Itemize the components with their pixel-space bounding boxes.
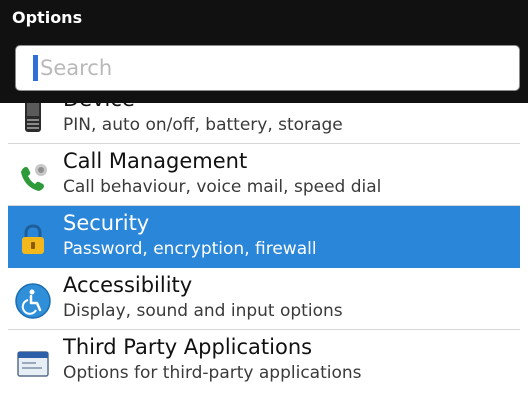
list-item-subtitle: Options for third-party applications xyxy=(63,363,362,383)
list-item-title: Call Management xyxy=(63,149,248,173)
list-item-title: Accessibility xyxy=(63,273,193,297)
header-bar: Options xyxy=(0,0,528,103)
page-title: Options xyxy=(12,8,83,27)
list-item-title: Security xyxy=(63,211,150,235)
options-list: Device PIN, auto on/off, battery, storag… xyxy=(0,82,528,403)
options-screen: Device PIN, auto on/off, battery, storag… xyxy=(0,0,528,403)
search-box[interactable] xyxy=(15,45,520,91)
list-item-subtitle: Call behaviour, voice mail, speed dial xyxy=(63,177,382,197)
list-item-third-party[interactable]: Third Party Applications Options for thi… xyxy=(8,330,520,392)
list-item-subtitle: Display, sound and input options xyxy=(63,301,343,321)
accessibility-icon xyxy=(14,282,52,320)
list-item-accessibility[interactable]: Accessibility Display, sound and input o… xyxy=(8,268,520,330)
text-cursor xyxy=(33,55,38,81)
list-item-title: Third Party Applications xyxy=(63,335,313,359)
list-item-subtitle: PIN, auto on/off, battery, storage xyxy=(63,115,343,135)
list-item-security[interactable]: Security Password, encryption, firewall xyxy=(8,206,520,268)
list-item-subtitle: Password, encryption, firewall xyxy=(63,239,317,259)
search-input[interactable] xyxy=(40,51,510,85)
lock-icon xyxy=(14,220,52,258)
list-item-call-management[interactable]: Call Management Call behaviour, voice ma… xyxy=(8,144,520,206)
app-window-icon xyxy=(14,344,52,382)
phone-icon xyxy=(14,158,52,196)
